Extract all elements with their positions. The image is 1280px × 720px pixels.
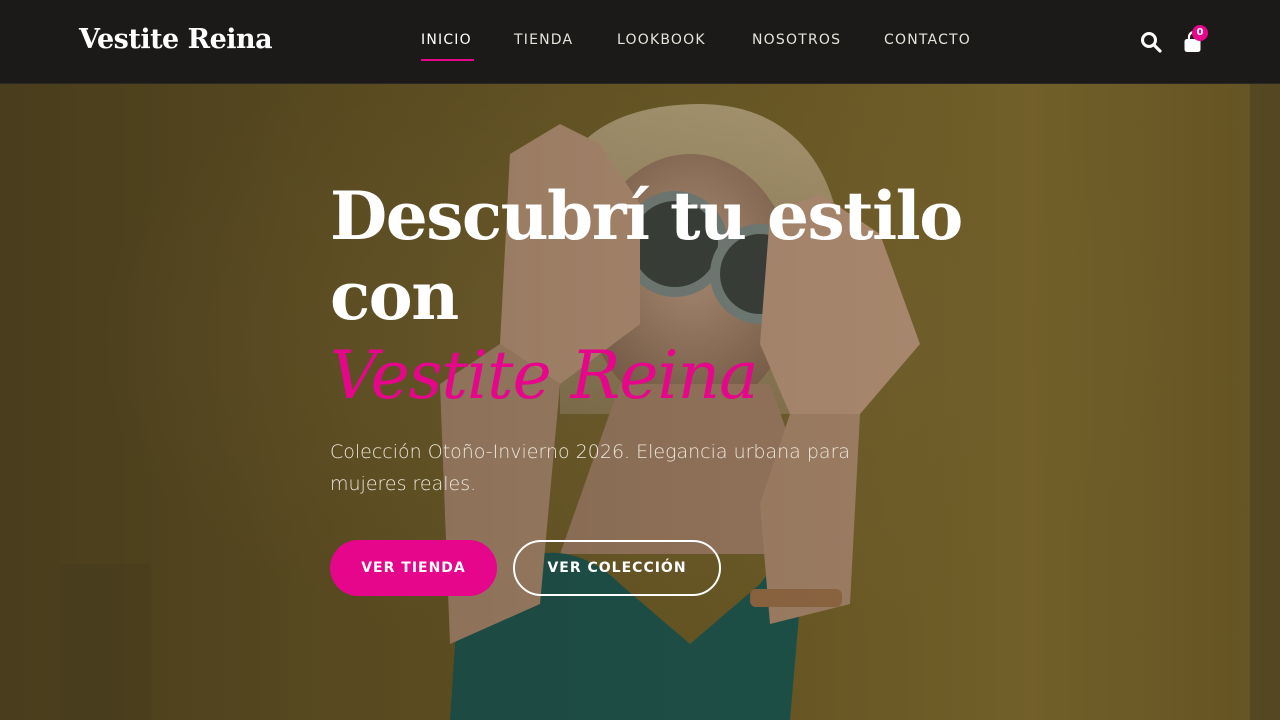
- hero-title: Descubrí tu estilo con Vestite Reina: [330, 176, 970, 416]
- active-nav-indicator: [421, 59, 474, 61]
- cart-count-badge: 0: [1192, 25, 1208, 41]
- hero-title-accent: Vestite Reina: [330, 337, 758, 414]
- nav-item-tienda[interactable]: TIENDA: [514, 32, 573, 48]
- main-nav: INICIO TIENDA LOOKBOOK NOSOTROS CONTACTO: [0, 0, 1280, 84]
- hero-section: Descubrí tu estilo con Vestite Reina Col…: [0, 84, 1280, 720]
- site-header: Vestite Reina INICIO TIENDA LOOKBOOK NOS…: [0, 0, 1280, 84]
- hero-title-line1: Descubrí tu estilo: [330, 177, 963, 255]
- search-icon: [1141, 32, 1162, 53]
- nav-item-contacto[interactable]: CONTACTO: [884, 32, 971, 48]
- nav-item-lookbook[interactable]: LOOKBOOK: [617, 32, 706, 48]
- nav-item-inicio[interactable]: INICIO: [421, 32, 472, 48]
- hero-subtitle: Colección Otoño-Invierno 2026. Elegancia…: [330, 441, 851, 495]
- search-button[interactable]: [1139, 30, 1163, 54]
- hero-title-line2: con: [330, 257, 459, 335]
- shop-button[interactable]: VER TIENDA: [330, 540, 497, 596]
- hero-content: Descubrí tu estilo con Vestite Reina Col…: [330, 176, 970, 500]
- nav-item-nosotros[interactable]: NOSOTROS: [752, 32, 841, 48]
- collection-button[interactable]: VER COLECCIÓN: [513, 540, 721, 596]
